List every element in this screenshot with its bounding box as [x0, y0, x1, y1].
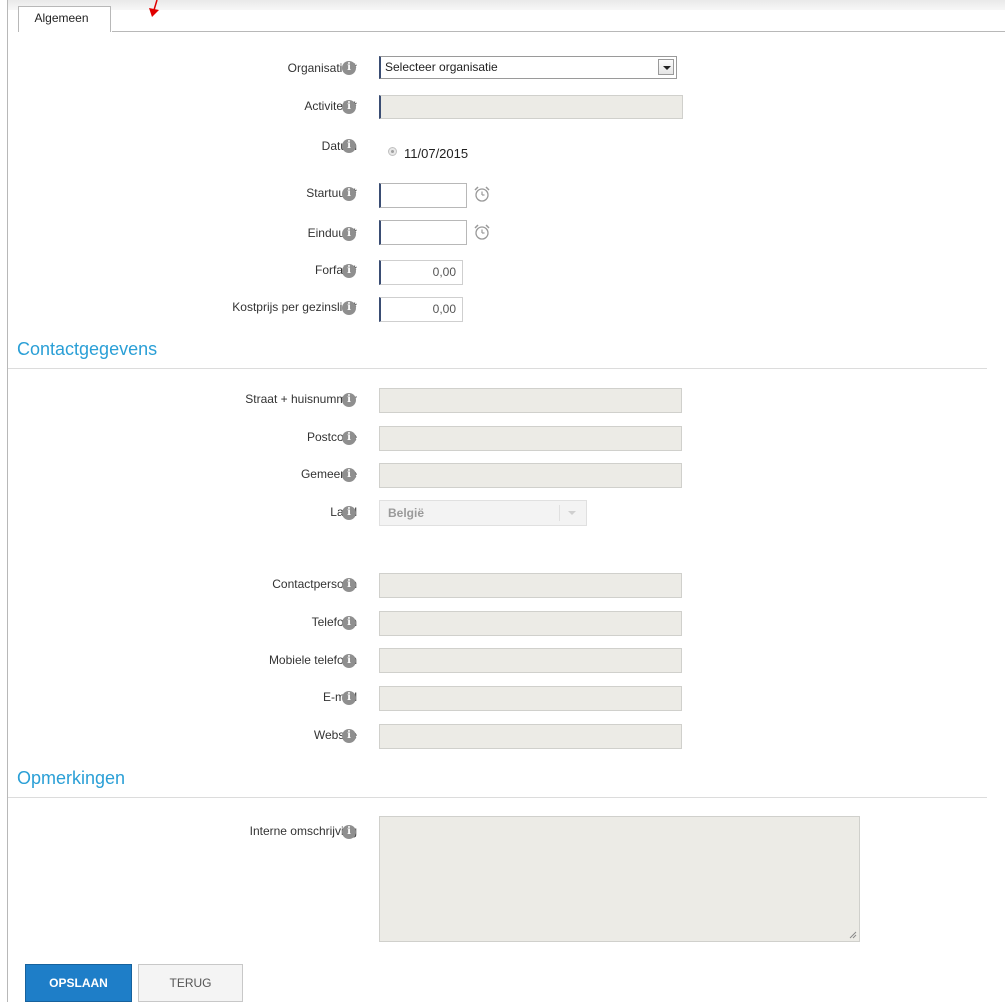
tab-algemeen[interactable]: Algemeen: [18, 6, 111, 32]
section-title-remarks: Opmerkingen: [17, 768, 126, 788]
datum-radio[interactable]: [388, 147, 397, 156]
info-icon[interactable]: i: [342, 100, 356, 114]
organisatie-select[interactable]: Selecteer organisatie: [379, 56, 677, 79]
info-icon[interactable]: i: [342, 187, 356, 201]
back-button[interactable]: TERUG: [138, 964, 243, 1002]
section-divider: [8, 368, 987, 369]
resize-grip-icon[interactable]: [849, 931, 857, 939]
chevron-down-icon[interactable]: [658, 59, 674, 75]
info-icon[interactable]: i: [342, 393, 356, 407]
info-icon[interactable]: i: [342, 691, 356, 705]
info-icon[interactable]: i: [342, 616, 356, 630]
info-icon[interactable]: i: [342, 139, 356, 153]
info-icon[interactable]: i: [342, 506, 356, 520]
section-title-contact: Contactgegevens: [17, 339, 158, 359]
land-select[interactable]: België: [379, 500, 587, 526]
website-field[interactable]: [379, 724, 682, 749]
label-kostprijs: Kostprijs per gezinslid *: [232, 300, 357, 314]
info-icon[interactable]: i: [342, 825, 356, 839]
section-divider: [8, 797, 987, 798]
info-icon[interactable]: i: [342, 227, 356, 241]
info-icon[interactable]: i: [342, 431, 356, 445]
contactpersoon-field[interactable]: [379, 573, 682, 598]
datum-value: 11/07/2015: [404, 146, 469, 161]
save-button[interactable]: OPSLAAN: [25, 964, 132, 1002]
chevron-down-icon[interactable]: [559, 505, 584, 521]
postcode-field[interactable]: [379, 426, 682, 451]
info-icon[interactable]: i: [342, 61, 356, 75]
info-icon[interactable]: i: [342, 301, 356, 315]
interne-omschrijving-textarea[interactable]: [379, 816, 860, 942]
organisatie-select-value: Selecteer organisatie: [385, 60, 498, 74]
activiteit-field[interactable]: [379, 95, 683, 119]
info-icon[interactable]: i: [342, 264, 356, 278]
tab-strip-line: [112, 31, 1005, 32]
info-icon[interactable]: i: [342, 654, 356, 668]
land-select-value: België: [388, 506, 425, 520]
red-arrow-annotation: [149, 0, 159, 17]
info-icon[interactable]: i: [342, 578, 356, 592]
alarm-clock-icon[interactable]: [473, 223, 491, 241]
label-interne-omschrijving: Interne omschrijving: [249, 824, 357, 838]
label-straat: Straat + huisnummer: [245, 392, 357, 406]
mobiel-field[interactable]: [379, 648, 682, 673]
gemeente-field[interactable]: [379, 463, 682, 488]
email-field[interactable]: [379, 686, 682, 711]
straat-field[interactable]: [379, 388, 682, 413]
info-icon[interactable]: i: [342, 468, 356, 482]
telefoon-field[interactable]: [379, 611, 682, 636]
forfait-input[interactable]: 0,00: [379, 260, 463, 285]
einduur-input[interactable]: [379, 220, 467, 245]
kostprijs-input[interactable]: 0,00: [379, 297, 463, 322]
info-icon[interactable]: i: [342, 729, 356, 743]
alarm-clock-icon[interactable]: [473, 185, 491, 203]
left-border: [7, 0, 8, 1002]
startuur-input[interactable]: [379, 183, 467, 208]
